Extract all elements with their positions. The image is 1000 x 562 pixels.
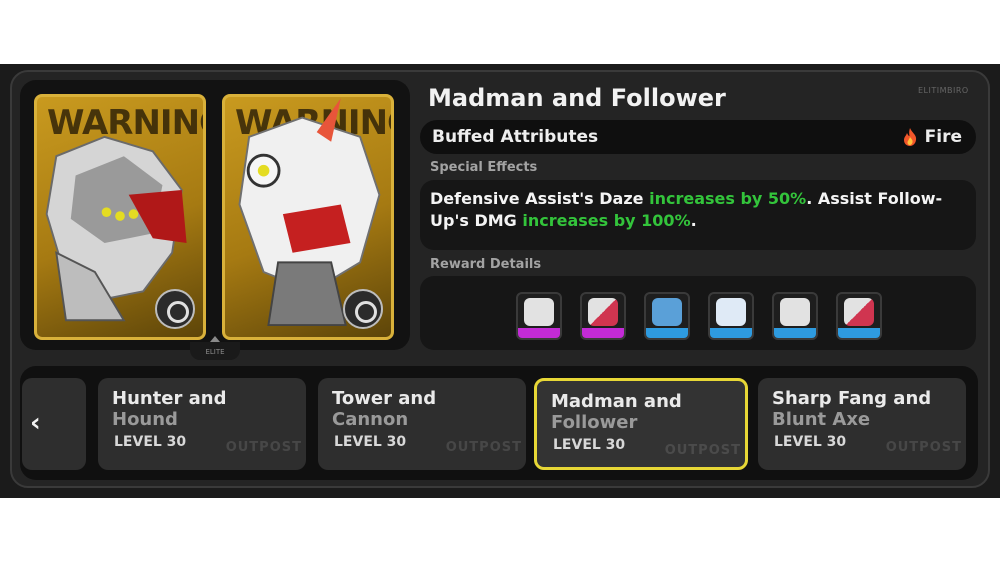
boss-title: Madman and Follower [428,84,726,112]
reward-item[interactable] [836,292,882,340]
reward-disk-icon [844,298,874,326]
character-card-1[interactable]: WARNING [34,94,206,340]
stage-name: Madman and Follower [551,391,682,433]
character-card-2[interactable]: WARNING [222,94,394,340]
reward-item[interactable] [772,292,818,340]
reward-details-box [420,276,976,350]
fire-icon [904,128,917,146]
stage-watermark: OUTPOST [225,440,302,455]
brand-watermark: ELITIMBIRO [918,86,969,95]
stage-name: Tower and Cannon [332,388,437,430]
faction-seal-icon [155,289,195,329]
special-effects-label: Special Effects [430,160,538,175]
stage-name: Hunter and Hound [112,388,227,430]
buffed-attributes-label: Buffed Attributes [432,127,599,147]
stage-card-hunter-and-hound[interactable]: Hunter and Hound LEVEL 30 OUTPOST [98,378,306,470]
reward-item[interactable] [644,292,690,340]
reward-canister-icon [652,298,682,326]
special-effects-text: Defensive Assist's Daze increases by 50%… [430,189,943,230]
stage-card-madman-and-follower[interactable]: Madman and Follower LEVEL 30 OUTPOST [534,378,748,470]
elite-tab[interactable]: ELITE [190,336,240,360]
reward-disk-icon [588,298,618,326]
stage-watermark: OUTPOST [885,440,962,455]
reward-item[interactable] [516,292,562,340]
previous-stage-button[interactable]: ‹ [22,378,86,470]
stage-card-sharp-fang-and-blunt-axe[interactable]: Sharp Fang and Blunt Axe LEVEL 30 OUTPOST [758,378,966,470]
buffed-attributes-bar: Buffed Attributes Fire [420,120,976,154]
reward-item[interactable] [580,292,626,340]
special-effects-box: Defensive Assist's Daze increases by 50%… [420,180,976,250]
stage-card-tower-and-cannon[interactable]: Tower and Cannon LEVEL 30 OUTPOST [318,378,526,470]
reward-star-icon [716,298,746,326]
stage-name: Sharp Fang and Blunt Axe [772,388,932,430]
faction-seal-icon [343,289,383,329]
reward-item[interactable] [708,292,754,340]
stage-watermark: OUTPOST [445,440,522,455]
stage-level: LEVEL 30 [774,434,847,450]
reward-disk-icon [780,298,810,326]
stage-level: LEVEL 30 [334,434,407,450]
chevron-left-icon: ‹ [30,408,41,438]
reward-details-label: Reward Details [430,257,542,272]
stage-watermark: OUTPOST [664,443,741,458]
reward-disk-icon [524,298,554,326]
stage-level: LEVEL 30 [114,434,187,450]
stage-level: LEVEL 30 [553,437,626,453]
buffed-element-value: Fire [924,127,962,147]
